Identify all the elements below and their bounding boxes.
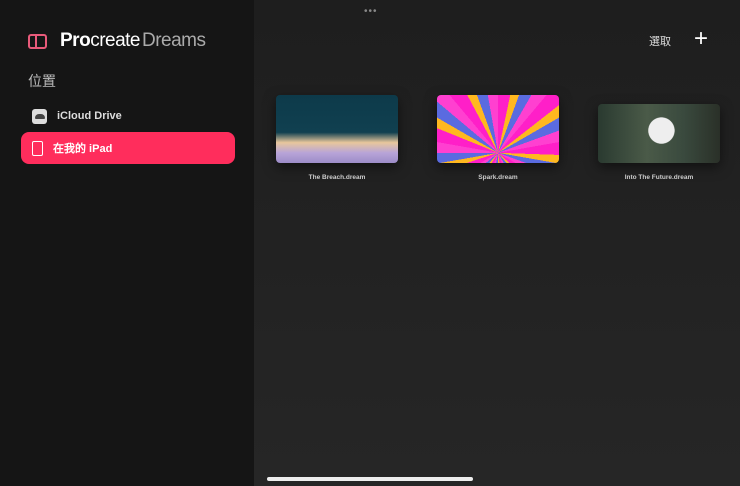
multitasking-dots[interactable]: •••	[364, 6, 378, 17]
select-button[interactable]: 選取	[649, 33, 671, 49]
sidebar-toggle-icon[interactable]	[28, 33, 47, 49]
file-browser	[254, 0, 740, 486]
file-card-spark[interactable]	[437, 95, 559, 163]
file-thumbnail[interactable]	[598, 104, 720, 163]
sidebar: Procreate Dreams 位置 iCloud Drive 在我的 iPad	[0, 0, 254, 486]
header: Procreate Dreams	[28, 30, 206, 52]
sidebar-item-label: 在我的 iPad	[53, 143, 113, 155]
file-name: Spark.dream	[478, 174, 518, 181]
sidebar-item-label: iCloud Drive	[57, 110, 122, 122]
file-thumbnail[interactable]	[437, 95, 559, 163]
app-logo: Procreate Dreams	[60, 30, 206, 52]
section-title: 位置	[28, 73, 56, 89]
sidebar-item-icloud-drive[interactable]: iCloud Drive	[21, 100, 235, 132]
add-button[interactable]: +	[694, 27, 708, 51]
ipad-icon	[32, 140, 43, 156]
brand-light: Dreams	[142, 30, 206, 51]
brand-regular: create	[90, 30, 140, 51]
sidebar-item-on-my-ipad[interactable]: 在我的 iPad	[21, 132, 235, 164]
file-card-into-the-future[interactable]	[598, 104, 720, 163]
file-card-the-breach[interactable]	[276, 95, 398, 163]
icloud-icon	[32, 108, 47, 124]
file-name: Into The Future.dream	[624, 174, 694, 181]
home-indicator[interactable]	[267, 477, 473, 481]
file-name: The Breach.dream	[308, 174, 366, 181]
file-thumbnail[interactable]	[276, 95, 398, 163]
brand-bold: Pro	[60, 30, 91, 51]
